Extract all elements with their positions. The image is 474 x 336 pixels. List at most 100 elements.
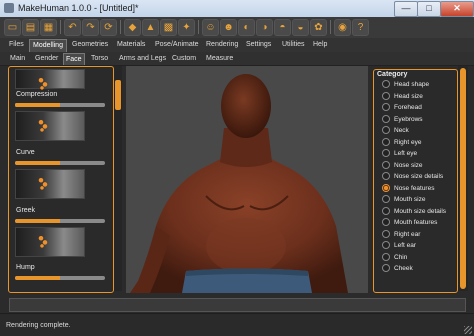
category-item-cheek[interactable]: Cheek [382,263,413,274]
radio-icon [382,149,390,158]
front-view-icon[interactable]: ☺ [202,19,219,36]
subtab-face[interactable]: Face [63,53,85,65]
modifier-slider[interactable] [15,161,105,165]
category-item-mouth-size[interactable]: Mouth size [382,194,425,205]
radio-icon [382,126,390,135]
category-item-label: Nose size [394,161,423,169]
category-item-eyebrows[interactable]: Eyebrows [382,114,423,125]
tab-utilities[interactable]: Utilities [279,39,308,51]
close-button[interactable]: ✕ [440,1,474,17]
tab-help[interactable]: Help [310,39,330,51]
tab-rendering[interactable]: Rendering [203,39,241,51]
bottom-view-icon[interactable]: ◒ [292,19,309,36]
back-view-icon[interactable]: ☻ [220,19,237,36]
category-item-label: Neck [394,127,409,134]
smooth-icon[interactable]: ◆ [124,19,141,36]
tab-files[interactable]: Files [6,39,27,51]
left-scrollbar[interactable] [114,66,122,291]
category-item-label: Mouth size [394,196,426,203]
tab-pose-animate[interactable]: Pose/Animate [152,39,202,51]
radio-icon [382,172,390,181]
human-model [130,74,348,293]
category-title: Category [377,71,408,78]
toolbar-separator [198,20,199,34]
category-item-forehead[interactable]: Forehead [382,102,422,113]
undo-icon[interactable]: ↶ [64,19,81,36]
category-item-neck[interactable]: Neck [382,125,409,136]
left-scrollbar-thumb[interactable] [115,80,121,110]
right-view-icon[interactable]: ◑ [256,19,273,36]
3d-viewport[interactable] [126,66,368,293]
tab-modelling[interactable]: Modelling [29,39,67,52]
category-item-mouth-features[interactable]: Mouth features [382,217,437,228]
screenshot-icon[interactable]: ◉ [334,19,351,36]
resize-grip-icon[interactable] [464,326,472,334]
wireframe-icon[interactable]: ▲ [142,19,159,36]
help-icon[interactable]: ? [352,19,369,36]
modifier-thumbnail [15,111,85,141]
category-item-left-eye[interactable]: Left eye [382,148,417,159]
subtab-custom[interactable]: Custom [170,53,198,64]
category-item-label: Head shape [394,81,430,88]
category-panel: Category Head shape Head size Forehead E… [373,69,458,293]
subtab-main[interactable]: Main [8,53,27,64]
category-item-nose-features[interactable]: Nose features [382,183,434,194]
status-bar: Rendering complete. [0,313,474,336]
top-view-icon[interactable]: ◓ [274,19,291,36]
minimize-button[interactable]: — [394,1,418,17]
radio-icon [382,195,390,204]
left-view-icon[interactable]: ◐ [238,19,255,36]
category-item-right-ear[interactable]: Right ear [382,229,420,240]
category-item-label: Right ear [394,230,421,238]
radio-icon [382,137,390,146]
reset-icon[interactable]: ⟳ [100,19,117,36]
toolbar-separator [60,20,61,34]
category-item-label: Right eye [394,138,422,146]
subtab-measure[interactable]: Measure [204,53,235,64]
modifier-slider[interactable] [15,103,105,107]
new-file-icon[interactable]: ▭ [4,19,21,36]
maximize-button[interactable]: □ [417,1,441,17]
subtab-arms-and-legs[interactable]: Arms and Legs [117,53,168,64]
modifier-thumbnail [15,69,85,90]
reset-camera-icon[interactable]: ✿ [310,19,327,36]
category-item-label: Cheek [394,265,413,272]
subtab-torso[interactable]: Torso [89,53,110,64]
category-item-chin[interactable]: Chin [382,252,407,263]
category-item-head-shape[interactable]: Head shape [382,79,429,90]
background-icon[interactable]: ▩ [160,19,177,36]
redo-icon[interactable]: ↷ [82,19,99,36]
right-scrollbar-thumb[interactable] [460,68,466,289]
category-item-nose-size[interactable]: Nose size [382,160,423,171]
status-text: Rendering complete. [6,322,71,329]
pose-icon[interactable]: ✦ [178,19,195,36]
save-icon[interactable]: ▤ [22,19,39,36]
category-item-right-eye[interactable]: Right eye [382,137,421,148]
modifier-label: Compression [16,91,58,98]
tab-geometries[interactable]: Geometries [69,39,111,51]
modifier-slider[interactable] [15,276,105,280]
category-item-left-ear[interactable]: Left ear [382,240,416,251]
subtab-gender[interactable]: Gender [33,53,60,64]
right-scrollbar[interactable] [458,66,468,291]
category-item-nose-size-details[interactable]: Nose size details [382,171,443,182]
modifier-panel: Compression Curve Greek Hump [8,66,114,293]
category-item-mouth-size-details[interactable]: Mouth size details [382,206,446,217]
radio-icon [382,218,390,227]
radio-icon [382,114,390,123]
category-item-label: Left ear [394,242,417,249]
tab-settings[interactable]: Settings [243,39,274,51]
radio-icon [382,80,390,89]
category-item-label: Mouth features [394,219,438,226]
load-icon[interactable]: ▦ [40,19,57,36]
radio-icon [382,264,390,273]
tab-materials[interactable]: Materials [114,39,148,51]
app-icon [4,3,14,13]
category-item-label: Forehead [394,104,422,111]
category-item-label: Mouth size details [394,207,447,215]
category-item-head-size[interactable]: Head size [382,91,423,102]
category-item-label: Nose size details [394,173,444,180]
radio-icon [382,91,390,100]
category-item-label: Eyebrows [394,115,423,123]
modifier-slider[interactable] [15,219,105,223]
